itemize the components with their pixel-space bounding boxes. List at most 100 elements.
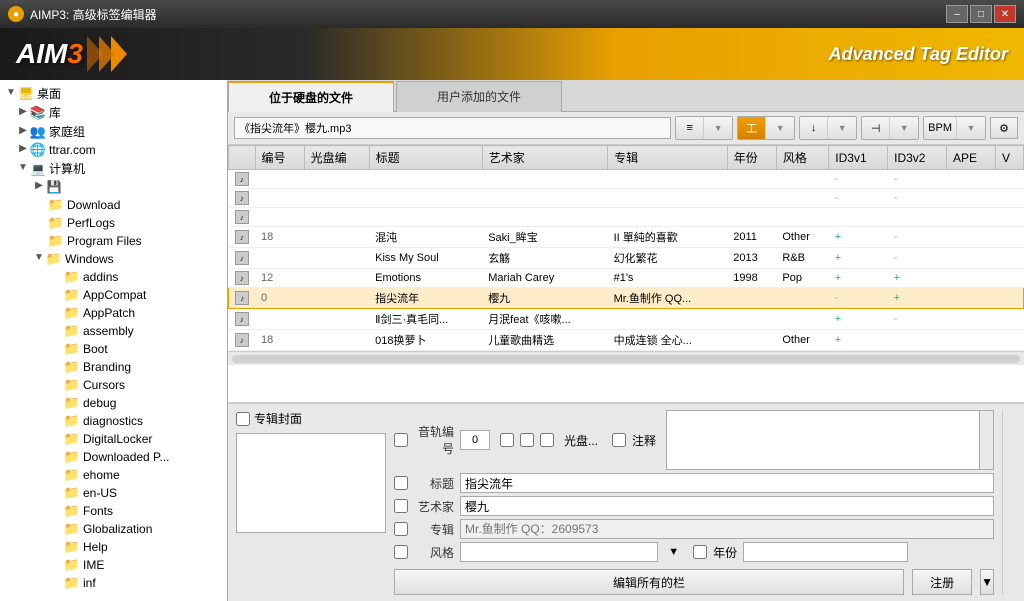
dash-dropdown[interactable]: ▼ xyxy=(890,117,918,139)
tree-item-fonts[interactable]: 📁 Fonts xyxy=(0,502,227,520)
ttrar-icon: 🌐 xyxy=(30,142,46,158)
tree-item-computer[interactable]: ▼ 💻 计算机 xyxy=(0,159,227,178)
minimize-button[interactable]: – xyxy=(946,5,968,23)
tree-item-drive[interactable]: ▶ 💾 xyxy=(0,178,227,196)
edit-dropdown[interactable]: ▼ xyxy=(766,117,794,139)
list-dropdown[interactable]: ▼ xyxy=(704,117,732,139)
row-album xyxy=(608,208,728,227)
h-scrollbar-thumb[interactable] xyxy=(232,355,1020,363)
tree-label-drive xyxy=(65,180,68,194)
tree-item-enus[interactable]: 📁 en-US xyxy=(0,484,227,502)
row-disc xyxy=(304,330,369,351)
tree-expand-computer[interactable]: ▼ xyxy=(16,162,30,176)
dash-button[interactable]: ⊣ xyxy=(862,117,890,139)
tree-item-help[interactable]: 📁 Help xyxy=(0,538,227,556)
tree-item-diagnostics[interactable]: 📁 diagnostics xyxy=(0,412,227,430)
disc-checkbox3[interactable] xyxy=(540,433,554,447)
file-path-input[interactable] xyxy=(234,117,671,139)
row-icon: ♪ xyxy=(229,227,256,248)
tree-expand-desktop[interactable]: ▼ xyxy=(4,87,18,101)
title-input[interactable] xyxy=(460,473,994,493)
table-row[interactable]: ♪Ⅱ剑三·真毛同...月泯feat《咳嗽...+- xyxy=(229,309,1024,330)
list-button[interactable]: ≡ xyxy=(676,117,704,139)
bpm-button[interactable]: BPM xyxy=(924,117,957,139)
h-scrollbar[interactable] xyxy=(228,351,1024,365)
tree-item-addins[interactable]: 📁 addins xyxy=(0,268,227,286)
note-input-area[interactable] xyxy=(666,410,994,470)
tree-item-boot[interactable]: 📁 Boot xyxy=(0,340,227,358)
year-input[interactable] xyxy=(743,542,908,562)
edit-button[interactable]: 工 xyxy=(738,117,766,139)
table-row[interactable]: ♪-- xyxy=(229,170,1024,189)
table-row[interactable]: ♪Kiss My Soul玄觞幻化繁花2013R&B+- xyxy=(229,248,1024,269)
note-scrollbar[interactable] xyxy=(979,411,993,469)
tree-item-windows[interactable]: ▼ 📁 Windows xyxy=(0,250,227,268)
row-title xyxy=(369,208,482,227)
album-checkbox[interactable] xyxy=(394,522,408,536)
tree-item-assembly[interactable]: 📁 assembly xyxy=(0,322,227,340)
table-row[interactable]: ♪18018换萝卜儿童歌曲精选中成连锁 全心...Other+ xyxy=(229,330,1024,351)
tree-label-downloadedp: Downloaded P... xyxy=(83,450,170,464)
table-row[interactable]: ♪0指尖流年樱九Mr.鱼制作 QQ...-+ xyxy=(229,288,1024,309)
tree-expand-homegroup[interactable]: ▶ xyxy=(16,125,30,139)
table-body: ♪--♪--♪♪18混沌Saki_眸宝II 單純的喜歡2011Other+-♪K… xyxy=(229,170,1024,351)
tree-item-desktop[interactable]: ▼ 🖥 桌面 xyxy=(0,84,227,103)
tree-item-homegroup[interactable]: ▶ 👥 家庭组 xyxy=(0,122,227,141)
tree-item-branding[interactable]: 📁 Branding xyxy=(0,358,227,376)
tree-item-ime[interactable]: 📁 IME xyxy=(0,556,227,574)
table-row[interactable]: ♪18混沌Saki_眸宝II 單純的喜歡2011Other+- xyxy=(229,227,1024,248)
tree-item-download[interactable]: 📁 Download xyxy=(0,196,227,214)
tag-table[interactable]: 编号 光盘编 标题 艺术家 专辑 年份 风格 ID3v1 ID3v2 APE V… xyxy=(228,145,1024,403)
table-row[interactable]: ♪ xyxy=(229,208,1024,227)
tree-item-cursors[interactable]: 📁 Cursors xyxy=(0,376,227,394)
tree-expand-library[interactable]: ▶ xyxy=(16,106,30,120)
tree-item-perflogs[interactable]: 📁 PerfLogs xyxy=(0,214,227,232)
tree-label-digitallocker: DigitalLocker xyxy=(83,432,152,446)
down-dropdown[interactable]: ▼ xyxy=(828,117,856,139)
tab-user-files[interactable]: 用户添加的文件 xyxy=(396,81,562,112)
row-ape xyxy=(946,189,995,208)
tree-item-inf[interactable]: 📁 inf xyxy=(0,574,227,592)
tree-expand-drive[interactable]: ▶ xyxy=(32,180,46,194)
tree-item-globalization[interactable]: 📁 Globalization xyxy=(0,520,227,538)
tracknum-checkbox[interactable] xyxy=(394,433,408,447)
disc-checkbox2[interactable] xyxy=(520,433,534,447)
tree-item-downloadedp[interactable]: 📁 Downloaded P... xyxy=(0,448,227,466)
register-button[interactable]: 注册 xyxy=(912,569,972,595)
maximize-button[interactable]: □ xyxy=(970,5,992,23)
tab-disk-files[interactable]: 位于硬盘的文件 xyxy=(228,81,394,112)
down-button[interactable]: ↓ xyxy=(800,117,828,139)
row-v xyxy=(996,330,1024,351)
year-checkbox[interactable] xyxy=(693,545,707,559)
tree-item-apppatch[interactable]: 📁 AppPatch xyxy=(0,304,227,322)
bpm-dropdown[interactable]: ▼ xyxy=(957,117,985,139)
file-tree[interactable]: ▼ 🖥 桌面 ▶ 📚 库 ▶ 👥 家庭组 ▶ 🌐 ttrar.com ▼ 💻 xyxy=(0,80,228,601)
tree-item-debug[interactable]: 📁 debug xyxy=(0,394,227,412)
title-checkbox[interactable] xyxy=(394,476,408,490)
disc-checkbox[interactable] xyxy=(500,433,514,447)
meta-scrollbar[interactable] xyxy=(1002,410,1016,595)
table-row[interactable]: ♪-- xyxy=(229,189,1024,208)
tree-item-ehome[interactable]: 📁 ehome xyxy=(0,466,227,484)
album-input[interactable] xyxy=(460,519,994,539)
register-dropdown-button[interactable]: ▼ xyxy=(980,569,994,595)
genre-input[interactable] xyxy=(460,542,658,562)
edit-all-button[interactable]: 编辑所有的栏 xyxy=(394,569,904,595)
artist-input[interactable] xyxy=(460,496,994,516)
tree-item-library[interactable]: ▶ 📚 库 xyxy=(0,103,227,122)
tree-item-ttrar[interactable]: ▶ 🌐 ttrar.com xyxy=(0,141,227,159)
tracknum-input[interactable] xyxy=(460,430,490,450)
table-row[interactable]: ♪12EmotionsMariah Carey#1's1998Pop++ xyxy=(229,269,1024,288)
tree-item-programfiles[interactable]: 📁 Program Files xyxy=(0,232,227,250)
cover-checkbox[interactable] xyxy=(236,412,250,426)
genre-checkbox[interactable] xyxy=(394,545,408,559)
meta-buttons-row: 编辑所有的栏 注册 ▼ xyxy=(394,569,994,595)
note-checkbox[interactable] xyxy=(612,433,626,447)
close-button[interactable]: ✕ xyxy=(994,5,1016,23)
tree-item-digitallocker[interactable]: 📁 DigitalLocker xyxy=(0,430,227,448)
tree-expand-windows[interactable]: ▼ xyxy=(32,252,46,266)
tree-expand-ttrar[interactable]: ▶ xyxy=(16,143,30,157)
artist-checkbox[interactable] xyxy=(394,499,408,513)
gear-button[interactable]: ⚙ xyxy=(990,117,1018,139)
tree-item-appcompat[interactable]: 📁 AppCompat xyxy=(0,286,227,304)
